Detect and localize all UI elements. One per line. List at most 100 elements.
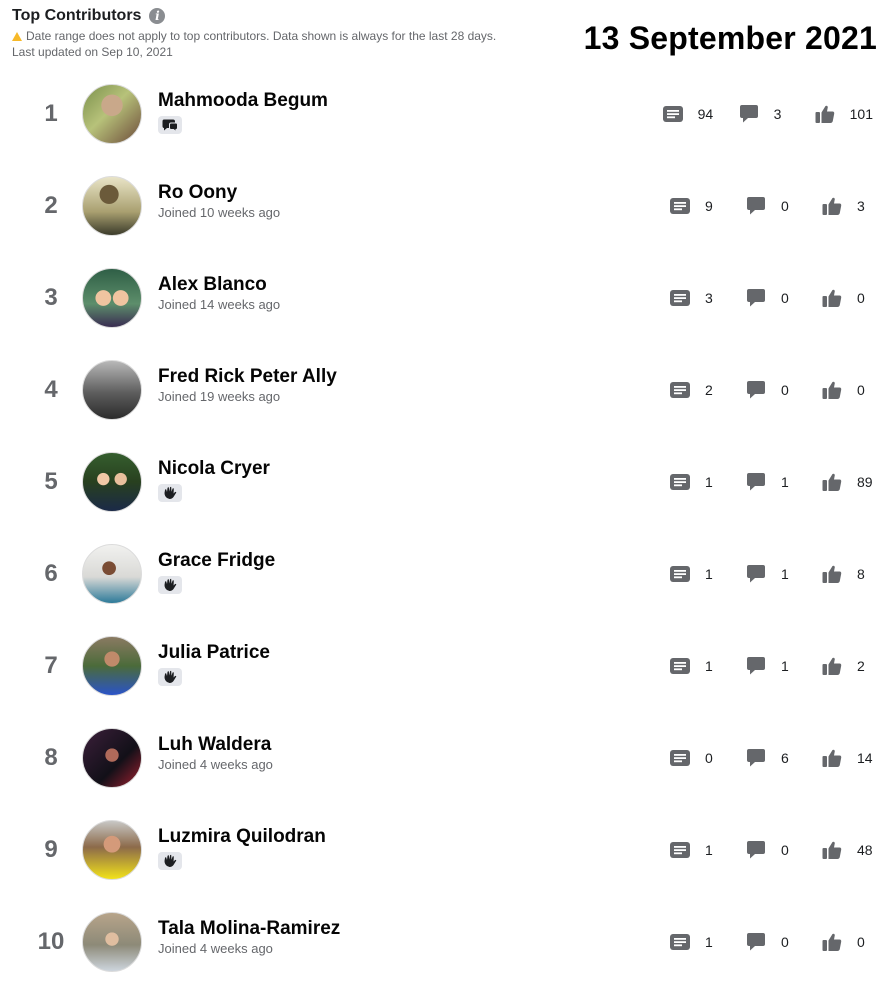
contributor-row: 8 Luh Waldera Joined 4 weeks ago 0 6 14	[0, 712, 891, 804]
reactions-stat: 101	[814, 103, 873, 125]
posts-stat: 1	[669, 563, 721, 585]
joined-text: Joined 4 weeks ago	[158, 757, 273, 772]
contributor-name[interactable]: Tala Molina-Ramirez	[158, 918, 340, 940]
posts-stat: 1	[669, 471, 721, 493]
thumbs-up-icon	[821, 655, 843, 677]
comments-stat: 0	[745, 287, 797, 309]
posts-count: 1	[705, 934, 713, 950]
joined-text: Joined 10 weeks ago	[158, 205, 281, 220]
avatar[interactable]	[82, 636, 142, 696]
posts-count: 1	[705, 474, 713, 490]
rank-number: 7	[44, 652, 58, 679]
posts-stat: 1	[669, 931, 721, 953]
reactions-stat: 89	[821, 471, 873, 493]
posts-icon	[669, 839, 691, 861]
comments-stat: 1	[745, 563, 797, 585]
contributor-name[interactable]: Luh Waldera	[158, 734, 273, 756]
conversation-starter-icon[interactable]	[158, 116, 182, 134]
comments-stat: 6	[745, 747, 797, 769]
wave-icon[interactable]	[158, 576, 182, 594]
rank-number: 3	[44, 284, 58, 311]
wave-icon[interactable]	[158, 852, 182, 870]
contributor-row: 1 0 Tala Molina-Ramirez Joined 4 weeks ago 1…	[0, 896, 891, 988]
stats: 1 0 0	[669, 896, 873, 988]
reactions-stat: 8	[821, 563, 873, 585]
comments-count: 1	[781, 474, 789, 490]
joined-text: Joined 4 weeks ago	[158, 941, 273, 956]
contributor-name[interactable]: Ro Oony	[158, 182, 280, 204]
reactions-stat: 14	[821, 747, 873, 769]
name-block: Grace Fridge	[158, 550, 275, 594]
reactions-count: 48	[857, 842, 873, 858]
comments-count: 0	[781, 382, 789, 398]
posts-count: 0	[705, 750, 713, 766]
thumbs-up-icon	[814, 103, 836, 125]
comment-icon	[745, 195, 767, 217]
contributor-name[interactable]: Nicola Cryer	[158, 458, 270, 480]
contributor-name[interactable]: Julia Patrice	[158, 642, 270, 664]
comment-icon	[745, 379, 767, 401]
rank-number: 4	[44, 376, 58, 403]
comments-stat: 0	[745, 195, 797, 217]
avatar[interactable]	[82, 176, 142, 236]
comments-count: 0	[781, 198, 789, 214]
contributor-name[interactable]: Luzmira Quilodran	[158, 826, 326, 848]
comments-count: 0	[781, 842, 789, 858]
reactions-count: 0	[857, 290, 865, 306]
avatar[interactable]	[82, 84, 142, 144]
contributor-name[interactable]: Mahmooda Begum	[158, 90, 328, 112]
posts-icon	[669, 931, 691, 953]
posts-count: 1	[705, 566, 713, 582]
posts-stat: 9	[669, 195, 721, 217]
stats: 0 6 14	[669, 712, 873, 804]
rank-number: 5	[44, 468, 58, 495]
info-icon[interactable]: i	[149, 8, 166, 24]
reactions-stat: 0	[821, 379, 873, 401]
comments-stat: 3	[738, 103, 790, 125]
thumbs-up-icon	[821, 747, 843, 769]
reactions-count: 0	[857, 382, 865, 398]
stats: 94 3 101	[662, 68, 873, 160]
avatar[interactable]	[82, 544, 142, 604]
reactions-stat: 2	[821, 655, 873, 677]
title-line: Top Contributors i	[12, 6, 572, 26]
reactions-count: 3	[857, 198, 865, 214]
contributor-name[interactable]: Grace Fridge	[158, 550, 275, 572]
wave-icon[interactable]	[158, 484, 182, 502]
posts-icon	[669, 655, 691, 677]
avatar[interactable]	[82, 452, 142, 512]
comments-count: 0	[781, 290, 789, 306]
comment-icon	[745, 655, 767, 677]
posts-count: 1	[705, 842, 713, 858]
posts-icon	[669, 563, 691, 585]
rank-number: 9	[44, 836, 58, 863]
posts-stat: 3	[669, 287, 721, 309]
avatar[interactable]	[82, 912, 142, 972]
stats: 3 0 0	[669, 252, 873, 344]
thumbs-up-icon	[821, 471, 843, 493]
contributor-row: 9 Luzmira Quilodran 1 0 48	[0, 804, 891, 896]
stats: 2 0 0	[669, 344, 873, 436]
contributor-name[interactable]: Alex Blanco	[158, 274, 280, 296]
comments-stat: 0	[745, 931, 797, 953]
posts-icon	[669, 471, 691, 493]
reactions-count: 89	[857, 474, 873, 490]
contributor-name[interactable]: Fred Rick Peter Ally	[158, 366, 337, 388]
name-block: Ro Oony Joined 10 weeks ago	[158, 182, 280, 222]
comments-stat: 0	[745, 379, 797, 401]
avatar[interactable]	[82, 728, 142, 788]
stats: 1 1 2	[669, 620, 873, 712]
reactions-stat: 0	[821, 931, 873, 953]
reactions-count: 8	[857, 566, 865, 582]
wave-icon[interactable]	[158, 668, 182, 686]
warning-icon	[12, 31, 22, 41]
reactions-stat: 48	[821, 839, 873, 861]
avatar[interactable]	[82, 360, 142, 420]
rank-number: 2	[44, 192, 58, 219]
avatar[interactable]	[82, 268, 142, 328]
contributor-row: 7 Julia Patrice 1 1 2	[0, 620, 891, 712]
thumbs-up-icon	[821, 195, 843, 217]
contributor-row: 6 Grace Fridge 1 1 8	[0, 528, 891, 620]
posts-count: 3	[705, 290, 713, 306]
avatar[interactable]	[82, 820, 142, 880]
